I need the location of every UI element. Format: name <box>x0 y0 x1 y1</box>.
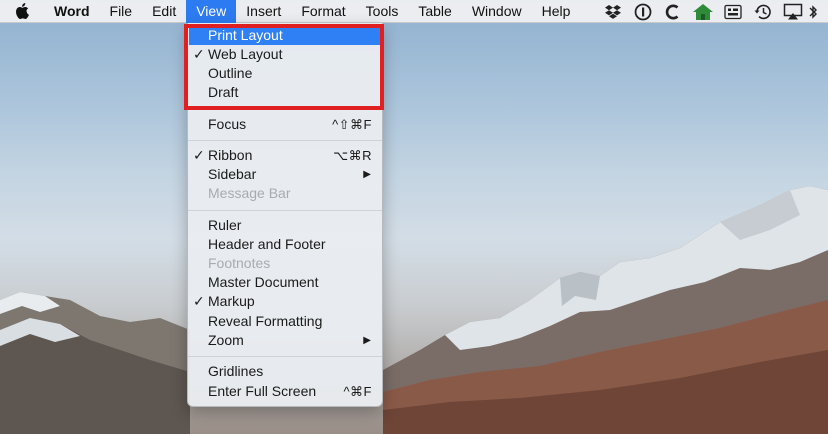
menu-item-header-footer[interactable]: Header and Footer <box>188 235 382 254</box>
keyboard-icon[interactable] <box>718 0 748 23</box>
checkmark-icon: ✓ <box>193 147 205 163</box>
menu-format[interactable]: Format <box>291 0 355 23</box>
menu-item-master-document[interactable]: Master Document <box>188 273 382 292</box>
apple-menu[interactable] <box>0 3 44 19</box>
keyboard-shortcut: ^⌘F <box>343 384 372 399</box>
bluetooth-icon[interactable] <box>808 0 828 23</box>
checkmark-icon: ✓ <box>193 46 205 62</box>
menu-item-label: Master Document <box>208 274 319 290</box>
1password-icon[interactable] <box>628 0 658 23</box>
menu-item-reveal-formatting[interactable]: Reveal Formatting <box>188 312 382 331</box>
menu-item-footnotes: Footnotes <box>188 254 382 273</box>
time-machine-icon[interactable] <box>748 0 778 23</box>
menu-item-focus[interactable]: Focus ^⇧⌘F <box>188 115 382 134</box>
menu-item-gridlines[interactable]: Gridlines <box>188 362 382 381</box>
menu-separator <box>188 356 382 357</box>
c-app-icon[interactable] <box>658 0 688 23</box>
menu-file[interactable]: File <box>100 0 143 23</box>
menu-item-web-layout[interactable]: ✓ Web Layout <box>188 45 382 64</box>
airplay-icon[interactable] <box>778 0 808 23</box>
menu-item-markup[interactable]: ✓ Markup <box>188 292 382 311</box>
apple-logo-icon <box>16 3 29 19</box>
menu-item-label: Message Bar <box>208 185 291 201</box>
menu-item-label: Print Layout <box>208 27 283 43</box>
menu-item-outline[interactable]: Outline <box>188 64 382 83</box>
menu-item-label: Outline <box>208 65 253 81</box>
menu-insert[interactable]: Insert <box>236 0 291 23</box>
menu-item-draft[interactable]: Draft <box>188 83 382 102</box>
status-icons <box>598 0 828 23</box>
submenu-arrow-icon: ▶ <box>363 169 371 180</box>
app-menu-word[interactable]: Word <box>44 0 100 23</box>
mountain-scenery <box>0 186 828 434</box>
menu-bar: Word File Edit View Insert Format Tools … <box>0 0 828 23</box>
menu-item-ribbon[interactable]: ✓ Ribbon ⌥⌘R <box>188 146 382 165</box>
menu-item-label: Sidebar <box>208 166 257 182</box>
menu-separator <box>188 140 382 141</box>
menu-item-enter-full-screen[interactable]: Enter Full Screen ^⌘F <box>188 382 382 401</box>
menu-item-label: Zoom <box>208 332 244 348</box>
menu-separator <box>188 210 382 211</box>
menu-item-message-bar: Message Bar <box>188 184 382 203</box>
menu-item-print-layout[interactable]: Print Layout <box>189 26 381 45</box>
menu-item-label: Ruler <box>208 217 242 233</box>
menu-item-label: Draft <box>208 84 239 100</box>
keyboard-shortcut: ^⇧⌘F <box>332 117 372 132</box>
menu-view[interactable]: View <box>186 0 237 23</box>
menu-item-label: Reveal Formatting <box>208 313 323 329</box>
menu-item-label: Gridlines <box>208 363 264 379</box>
menu-window[interactable]: Window <box>462 0 532 23</box>
submenu-arrow-icon: ▶ <box>363 335 371 346</box>
menu-separator <box>188 109 382 110</box>
menu-item-label: Header and Footer <box>208 236 326 252</box>
menu-item-label: Enter Full Screen <box>208 383 317 399</box>
dropbox-icon[interactable] <box>598 0 628 23</box>
menu-tools[interactable]: Tools <box>356 0 409 23</box>
menu-item-sidebar[interactable]: Sidebar ▶ <box>188 165 382 184</box>
menu-item-label: Web Layout <box>208 46 283 62</box>
menu-table[interactable]: Table <box>408 0 461 23</box>
menu-item-label: Focus <box>208 116 247 132</box>
menu-item-ruler[interactable]: Ruler <box>188 216 382 235</box>
menu-item-label: Footnotes <box>208 255 271 271</box>
house-icon[interactable] <box>688 0 718 23</box>
desktop-wallpaper <box>0 0 828 434</box>
menu-item-label: Ribbon <box>208 147 253 163</box>
menu-item-zoom[interactable]: Zoom ▶ <box>188 331 382 350</box>
menu-item-label: Markup <box>208 293 255 309</box>
checkmark-icon: ✓ <box>193 293 205 309</box>
view-menu-dropdown: Print Layout ✓ Web Layout Outline Draft … <box>187 23 383 407</box>
menu-edit[interactable]: Edit <box>142 0 186 23</box>
keyboard-shortcut: ⌥⌘R <box>333 148 372 163</box>
menu-help[interactable]: Help <box>532 0 581 23</box>
